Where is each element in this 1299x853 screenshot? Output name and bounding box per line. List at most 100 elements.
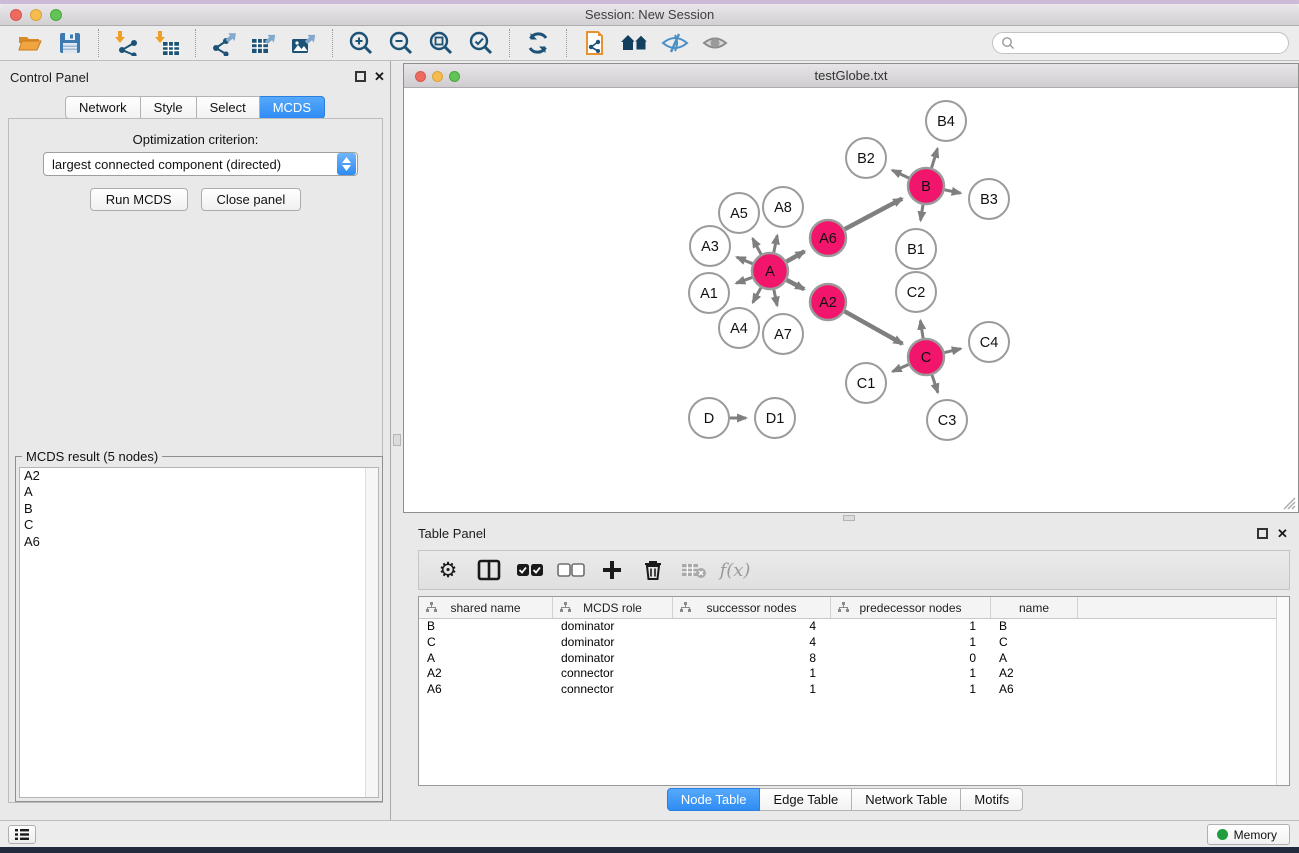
edge-A-A4[interactable]	[753, 288, 761, 303]
tab-style[interactable]: Style	[141, 96, 197, 119]
network-minimize-button[interactable]	[432, 71, 443, 82]
edge-B-B4[interactable]	[932, 149, 938, 168]
edge-A-A7[interactable]	[774, 290, 777, 306]
tab-motifs[interactable]: Motifs	[961, 788, 1023, 811]
tab-network-table[interactable]: Network Table	[852, 788, 961, 811]
select-all-checkboxes-icon[interactable]	[515, 556, 545, 584]
list-item[interactable]: A	[20, 484, 378, 500]
table-row[interactable]: Bdominator41B	[419, 619, 1289, 635]
tab-mcds[interactable]: MCDS	[260, 96, 325, 119]
node-A5[interactable]: A5	[719, 193, 759, 233]
minimize-window-button[interactable]	[30, 9, 42, 21]
edge-A-A6[interactable]	[787, 251, 805, 261]
add-column-icon[interactable]	[597, 556, 627, 584]
splitter-grip[interactable]	[393, 434, 401, 446]
tab-node-table[interactable]: Node Table	[667, 788, 761, 811]
edge-C-C1[interactable]	[893, 365, 909, 372]
float-panel-icon[interactable]	[1257, 528, 1268, 539]
tab-edge-table[interactable]: Edge Table	[760, 788, 852, 811]
node-B2[interactable]: B2	[846, 138, 886, 178]
node-C4[interactable]: C4	[969, 322, 1009, 362]
criterion-dropdown[interactable]: largest connected component (directed)	[43, 152, 358, 176]
node-C1[interactable]: C1	[846, 363, 886, 403]
node-D[interactable]: D	[689, 398, 729, 438]
node-A[interactable]: A	[752, 253, 788, 289]
node-A8[interactable]: A8	[763, 187, 803, 227]
node-B1[interactable]: B1	[896, 229, 936, 269]
edge-B-B3[interactable]	[945, 190, 961, 193]
tab-select[interactable]: Select	[197, 96, 260, 119]
node-C[interactable]: C	[908, 339, 944, 375]
zoom-in-icon[interactable]	[346, 29, 376, 57]
vertical-splitter[interactable]	[391, 63, 403, 513]
node-A3[interactable]: A3	[690, 226, 730, 266]
node-A4[interactable]: A4	[719, 308, 759, 348]
edge-B-B1[interactable]	[921, 205, 923, 221]
edge-A2-C[interactable]	[845, 311, 903, 343]
close-window-button[interactable]	[10, 9, 22, 21]
delete-column-icon[interactable]	[638, 556, 668, 584]
network-graph[interactable]: B4B2BB3A5A8A6A3B1AA1C2A2A4A7C4CC1C3DD1	[404, 89, 1298, 512]
column-header-successor-nodes[interactable]: successor nodes	[673, 597, 831, 618]
run-mcds-button[interactable]: Run MCDS	[90, 188, 188, 211]
list-item[interactable]: C	[20, 517, 378, 533]
zoom-out-icon[interactable]	[386, 29, 416, 57]
open-file-icon[interactable]	[15, 29, 45, 57]
export-image-icon[interactable]	[289, 29, 319, 57]
delete-table-icon[interactable]	[679, 556, 709, 584]
column-header-MCDS-role[interactable]: MCDS role	[553, 597, 673, 618]
edge-B-B2[interactable]	[892, 170, 909, 178]
close-panel-button[interactable]: Close panel	[201, 188, 302, 211]
edge-A-A5[interactable]	[753, 239, 761, 255]
edge-C-C3[interactable]	[932, 375, 938, 392]
node-A2[interactable]: A2	[810, 284, 846, 320]
close-panel-icon[interactable]: ✕	[374, 70, 385, 83]
list-item[interactable]: A2	[20, 468, 378, 484]
import-table-icon[interactable]	[152, 29, 182, 57]
zoom-window-button[interactable]	[50, 9, 62, 21]
column-header-predecessor-nodes[interactable]: predecessor nodes	[831, 597, 991, 618]
node-A1[interactable]: A1	[689, 273, 729, 313]
table-row[interactable]: A2connector11A2	[419, 666, 1289, 682]
eye-slash-icon[interactable]	[660, 29, 690, 57]
close-panel-icon[interactable]: ✕	[1277, 527, 1288, 540]
column-header-shared-name[interactable]: shared name	[419, 597, 553, 618]
zoom-fit-icon[interactable]	[426, 29, 456, 57]
import-network-icon[interactable]	[112, 29, 142, 57]
edge-C-C4[interactable]	[944, 349, 960, 353]
network-zoom-button[interactable]	[449, 71, 460, 82]
node-B3[interactable]: B3	[969, 179, 1009, 219]
list-item[interactable]: A6	[20, 534, 378, 550]
home-first-neighbors-icon[interactable]	[620, 29, 650, 57]
table-row[interactable]: A6connector11A6	[419, 682, 1289, 698]
search-input[interactable]	[1015, 36, 1280, 50]
save-session-icon[interactable]	[55, 29, 85, 57]
edge-A-A1[interactable]	[736, 277, 752, 283]
splitter-grip[interactable]	[843, 515, 855, 521]
edge-C-C2[interactable]	[920, 321, 923, 339]
node-A7[interactable]: A7	[763, 314, 803, 354]
resize-grip-icon[interactable]	[1284, 498, 1295, 509]
horizontal-splitter[interactable]	[391, 513, 1299, 522]
node-B[interactable]: B	[908, 168, 944, 204]
column-header-name[interactable]: name	[991, 597, 1078, 618]
node-C2[interactable]: C2	[896, 272, 936, 312]
network-close-button[interactable]	[415, 71, 426, 82]
float-panel-icon[interactable]	[355, 71, 366, 82]
split-view-icon[interactable]	[474, 556, 504, 584]
edge-A6-B[interactable]	[845, 199, 902, 229]
settings-gear-icon[interactable]: ⚙	[433, 556, 463, 584]
memory-button[interactable]: Memory	[1207, 824, 1290, 845]
export-table-icon[interactable]	[249, 29, 279, 57]
task-history-button[interactable]	[8, 825, 36, 844]
zoom-selected-icon[interactable]	[466, 29, 496, 57]
export-network-icon[interactable]	[209, 29, 239, 57]
edge-A-A2[interactable]	[787, 280, 804, 289]
edge-A-A8[interactable]	[774, 235, 777, 252]
table-row[interactable]: Cdominator41C	[419, 635, 1289, 651]
node-C3[interactable]: C3	[927, 400, 967, 440]
node-A6[interactable]: A6	[810, 220, 846, 256]
mcds-list-scrollbar[interactable]	[365, 468, 378, 797]
list-item[interactable]: B	[20, 501, 378, 517]
deselect-all-checkboxes-icon[interactable]	[556, 556, 586, 584]
